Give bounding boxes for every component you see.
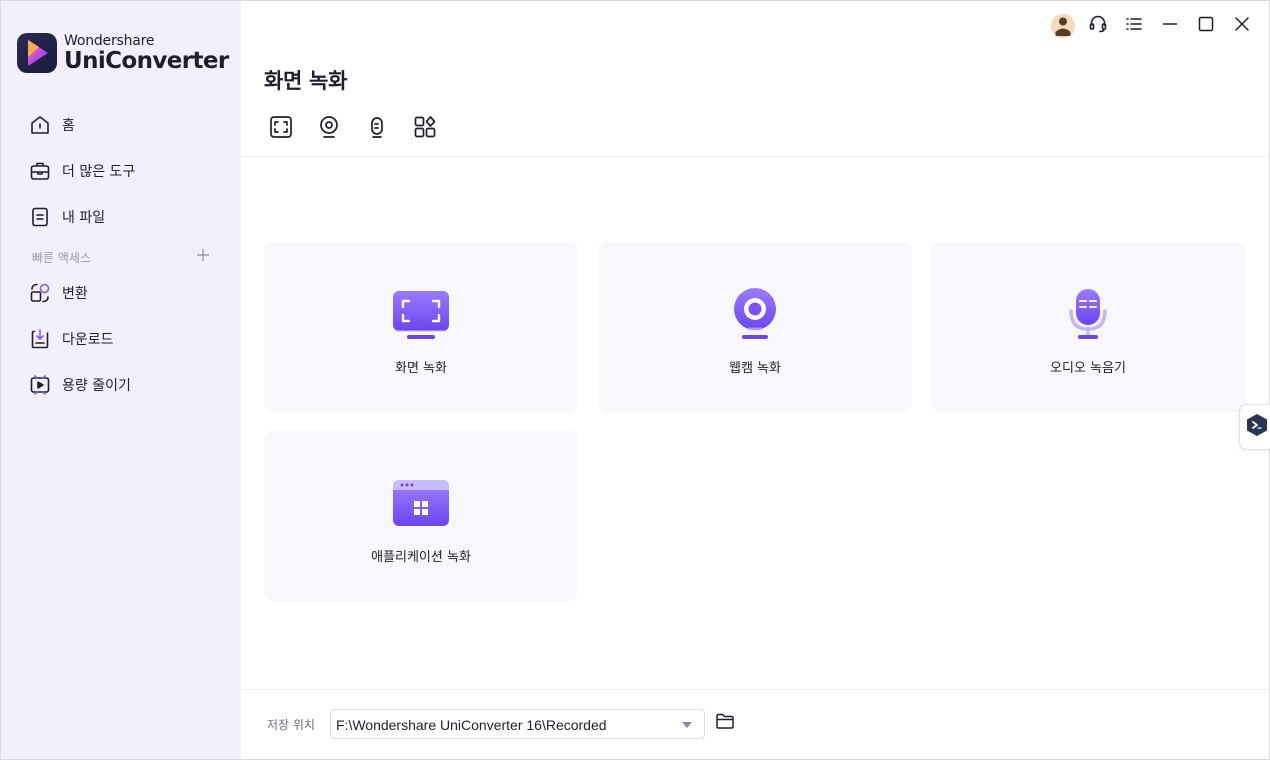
- sidebar-item-compress[interactable]: 용량 줄이기: [29, 373, 131, 397]
- tab-screen-record[interactable]: [267, 115, 295, 143]
- quick-access-label: 빠른 액세스: [32, 251, 92, 265]
- support-button[interactable]: [1085, 13, 1111, 39]
- home-icon: [29, 114, 51, 136]
- minimize-icon: [1161, 15, 1179, 37]
- open-folder-button[interactable]: [714, 712, 736, 734]
- convert-icon: [29, 282, 51, 304]
- sidebar-item-label: 내 파일: [62, 210, 106, 226]
- card-label: 웹캠 녹화: [729, 361, 781, 376]
- sidebar-item-download[interactable]: 다운로드: [29, 327, 114, 351]
- headset-icon: [1088, 14, 1108, 38]
- sidebar-item-label: 다운로드: [62, 332, 114, 348]
- assistant-icon: [1246, 413, 1268, 441]
- product-name: UniConverter: [64, 47, 229, 74]
- sidebar-item-convert[interactable]: 변환: [29, 281, 88, 305]
- floating-assistant-button[interactable]: [1239, 404, 1270, 450]
- maximize-button[interactable]: [1193, 13, 1219, 39]
- sidebar-item-label: 홈: [62, 118, 75, 134]
- sidebar-item-my-files[interactable]: 내 파일: [29, 205, 105, 229]
- sidebar-item-label: 용량 줄이기: [62, 378, 131, 394]
- app-logo: Wondershare UniConverter: [17, 33, 229, 73]
- uniconverter-logo-icon: [17, 33, 57, 73]
- card-label: 화면 녹화: [395, 361, 447, 376]
- card-label: 오디오 녹음기: [1050, 361, 1126, 376]
- tab-audio-record[interactable]: [363, 115, 391, 143]
- header-divider: [241, 156, 1269, 157]
- sidebar-item-more-tools[interactable]: 더 많은 도구: [29, 159, 135, 183]
- sidebar-item-label: 변환: [62, 286, 88, 302]
- screen-record-icon: [392, 287, 450, 341]
- app-record-card[interactable]: 애플리케이션 녹화: [264, 430, 578, 601]
- audio-recorder-icon: [1059, 287, 1117, 341]
- record-mode-tabs: [267, 115, 459, 143]
- app-record-icon: [392, 476, 450, 530]
- save-location-label: 저장 위치: [267, 718, 315, 732]
- footer-divider: [241, 689, 1269, 690]
- brand-name: Wondershare: [64, 32, 155, 49]
- save-path-dropdown[interactable]: F:\Wondershare UniConverter 16\Recorded: [330, 709, 705, 739]
- webcam-record-icon: [726, 287, 784, 341]
- folder-icon: [715, 712, 735, 734]
- sidebar-item-label: 더 많은 도구: [62, 164, 136, 180]
- list-menu-icon: [1124, 14, 1144, 38]
- toolbox-icon: [29, 160, 51, 182]
- sidebar: Wondershare UniConverter 홈 더 많은 도구 내 파일 …: [1, 1, 241, 759]
- tab-app-record[interactable]: [411, 115, 439, 143]
- sidebar-item-home[interactable]: 홈: [29, 113, 75, 137]
- user-avatar-icon: [1051, 14, 1075, 38]
- save-path-value: F:\Wondershare UniConverter 16\Recorded: [336, 717, 607, 733]
- screen-frame-icon: [268, 114, 294, 144]
- file-icon: [29, 206, 51, 228]
- add-quick-access-button[interactable]: [196, 247, 210, 261]
- compress-icon: [29, 374, 51, 396]
- download-icon: [29, 328, 51, 350]
- user-avatar-button[interactable]: [1051, 14, 1075, 38]
- plus-icon: [196, 247, 210, 266]
- screen-record-card[interactable]: 화면 녹화: [264, 241, 578, 412]
- close-button[interactable]: [1229, 13, 1255, 39]
- webcam-record-card[interactable]: 웹캠 녹화: [598, 241, 912, 412]
- apps-grid-icon: [412, 114, 438, 144]
- menu-button[interactable]: [1121, 13, 1147, 39]
- minimize-button[interactable]: [1157, 13, 1183, 39]
- maximize-icon: [1197, 15, 1215, 37]
- chevron-down-icon: [682, 722, 692, 728]
- page-title: 화면 녹화: [264, 69, 348, 93]
- microphone-icon: [364, 114, 390, 144]
- webcam-icon: [316, 114, 342, 144]
- title-bar-controls: [1041, 13, 1255, 39]
- app-window: Wondershare UniConverter 홈 더 많은 도구 내 파일 …: [0, 0, 1270, 760]
- card-label: 애플리케이션 녹화: [371, 550, 471, 565]
- close-icon: [1233, 15, 1251, 37]
- audio-recorder-card[interactable]: 오디오 녹음기: [931, 241, 1245, 412]
- tab-webcam-record[interactable]: [315, 115, 343, 143]
